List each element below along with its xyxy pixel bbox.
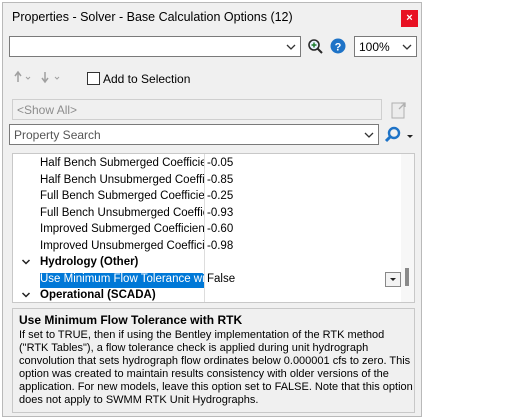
chevron-down-icon	[286, 44, 296, 50]
chevron-down-icon[interactable]	[21, 290, 31, 300]
property-search-input[interactable]: Property Search	[9, 124, 379, 145]
search-options-chevron-icon[interactable]	[405, 131, 415, 141]
grid-column-divider	[204, 154, 205, 302]
window-title: Properties - Solver - Base Calculation O…	[12, 10, 293, 24]
description-body: If set to TRUE, then if using the Bentle…	[19, 329, 413, 406]
property-value: -0.60	[207, 223, 234, 235]
property-name: Half Bench Submerged Coefficient	[40, 157, 204, 169]
property-grid-rows: Half Bench Submerged Coefficient -0.05 Hal…	[13, 154, 402, 302]
property-row[interactable]: Improved Unsubmerged Coefficient -0.98	[13, 239, 402, 255]
svg-text:?: ?	[335, 41, 342, 53]
property-row[interactable]: Improved Submerged Coefficient -0.60	[13, 222, 402, 238]
show-all-value: <Show All>	[17, 103, 78, 117]
help-icon[interactable]: ?	[330, 38, 346, 54]
grid-scrollbar[interactable]	[401, 154, 414, 302]
property-value: -0.25	[207, 190, 234, 202]
value-dropdown-button[interactable]	[385, 271, 401, 287]
zoom-value: 100%	[359, 40, 390, 54]
property-row[interactable]: Full Bench Submerged Coefficient -0.25	[13, 189, 402, 205]
property-search-placeholder: Property Search	[14, 128, 101, 142]
property-row[interactable]: Half Bench Unsubmerged Coefficient-0.85	[13, 173, 402, 189]
search-icon[interactable]	[384, 126, 402, 144]
property-name: Use Minimum Flow Tolerance with RTK	[40, 272, 204, 288]
property-row[interactable]: Half Bench Submerged Coefficient -0.05	[13, 156, 402, 172]
description-panel: Use Minimum Flow Tolerance with RTK If s…	[12, 308, 415, 413]
title-bar: Properties - Solver - Base Calculation O…	[3, 3, 421, 31]
undo-icon[interactable]	[13, 69, 33, 85]
chevron-down-icon	[402, 44, 412, 50]
zoom-combo[interactable]: 100%	[354, 36, 417, 57]
chevron-down-icon	[364, 132, 374, 138]
category-label: Hydrology (Other)	[40, 256, 139, 268]
close-button[interactable]: ×	[401, 10, 418, 27]
property-row[interactable]: Full Bench Unsubmerged Coefficient-0.93	[13, 206, 402, 222]
property-name: Improved Submerged Coefficient	[40, 223, 204, 235]
property-grid: Half Bench Submerged Coefficient -0.05 Hal…	[12, 153, 415, 303]
property-value[interactable]: False	[207, 273, 397, 285]
show-all-combo[interactable]: <Show All>	[12, 99, 382, 120]
property-value: -0.98	[207, 239, 234, 252]
add-to-selection-checkbox[interactable]	[87, 72, 100, 85]
zoom-icon[interactable]	[307, 38, 324, 55]
property-value: -0.93	[207, 206, 234, 219]
property-name: Full Bench Submerged Coefficient	[40, 190, 204, 202]
properties-window: Properties - Solver - Base Calculation O…	[2, 2, 422, 417]
description-title: Use Minimum Flow Tolerance with RTK	[19, 313, 243, 327]
redo-icon[interactable]	[41, 69, 63, 85]
element-combo[interactable]	[9, 36, 301, 57]
export-icon[interactable]	[390, 100, 408, 120]
chevron-down-icon	[390, 277, 396, 281]
property-name: Improved Unsubmerged Coefficient	[40, 239, 204, 252]
category-label: Operational (SCADA)	[40, 289, 156, 301]
category-row[interactable]: Hydrology (Other)	[13, 255, 402, 271]
property-value: -0.85	[207, 173, 234, 186]
scrollbar-thumb[interactable]	[405, 268, 409, 286]
property-row-selected[interactable]: Use Minimum Flow Tolerance with RTKFalse	[13, 271, 402, 288]
category-row[interactable]: Operational (SCADA)	[13, 288, 402, 302]
add-to-selection-label: Add to Selection	[103, 72, 191, 86]
property-name: Half Bench Unsubmerged Coefficient	[40, 173, 204, 186]
property-name: Full Bench Unsubmerged Coefficient	[40, 206, 204, 219]
property-value: -0.05	[207, 157, 234, 169]
chevron-down-icon[interactable]	[21, 257, 31, 267]
